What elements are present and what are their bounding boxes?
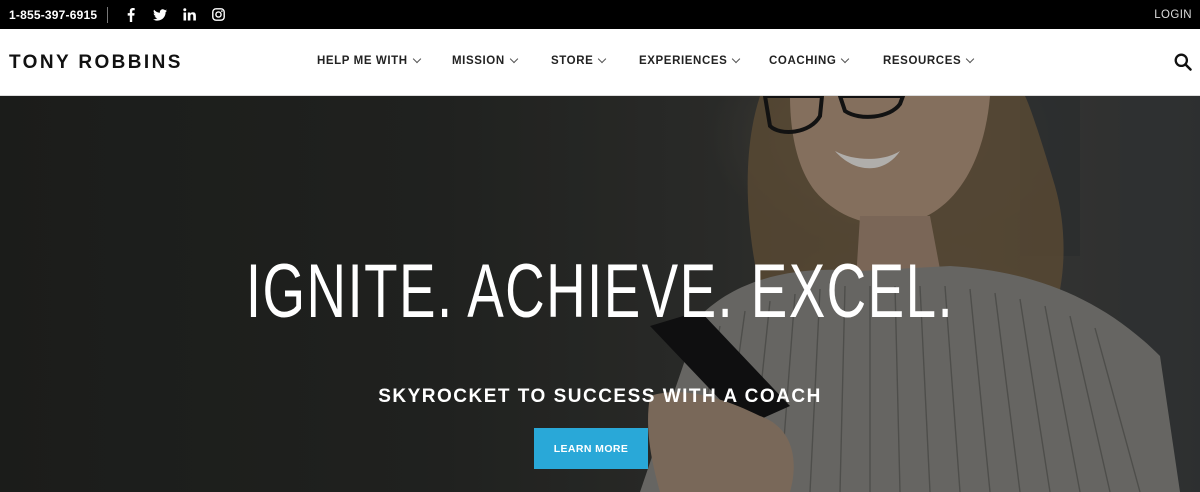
- hero-headline: IGNITE. ACHIEVE. EXCEL.: [245, 249, 955, 334]
- chevron-down-icon: [732, 54, 741, 64]
- nav-item-coaching[interactable]: COACHING: [769, 54, 850, 67]
- site-logo[interactable]: TONY ROBBINS: [9, 52, 183, 74]
- nav-item-experiences[interactable]: EXPERIENCES: [639, 54, 741, 67]
- main-header: TONY ROBBINS HELP ME WITH MISSION STORE …: [0, 29, 1200, 96]
- nav-item-help-me-with[interactable]: HELP ME WITH: [317, 54, 421, 67]
- nav-item-label: STORE: [551, 55, 594, 67]
- nav-item-label: HELP ME WITH: [317, 55, 408, 67]
- facebook-icon[interactable]: [124, 7, 138, 22]
- twitter-icon[interactable]: [153, 8, 168, 22]
- nav-item-store[interactable]: STORE: [551, 54, 607, 67]
- hero-banner: IGNITE. ACHIEVE. EXCEL. SKYROCKET TO SUC…: [0, 96, 1200, 492]
- search-icon[interactable]: [1174, 53, 1192, 71]
- topbar-divider: [107, 6, 109, 23]
- login-link[interactable]: LOGIN: [1154, 9, 1192, 21]
- nav-item-label: EXPERIENCES: [639, 55, 728, 67]
- linkedin-icon[interactable]: [182, 8, 196, 22]
- nav-item-mission[interactable]: MISSION: [452, 54, 519, 67]
- chevron-down-icon: [966, 54, 975, 64]
- learn-more-button[interactable]: LEARN MORE: [534, 428, 648, 469]
- top-bar: 1-855-397-6915 LOGIN: [0, 0, 1200, 29]
- phone-number[interactable]: 1-855-397-6915: [9, 8, 97, 22]
- social-links: [124, 7, 225, 22]
- instagram-icon[interactable]: [211, 8, 225, 22]
- nav-item-label: MISSION: [452, 55, 505, 67]
- chevron-down-icon: [841, 54, 850, 64]
- chevron-down-icon: [509, 54, 519, 64]
- hero-subheadline: SKYROCKET TO SUCCESS WITH A COACH: [378, 386, 822, 407]
- chevron-down-icon: [598, 54, 607, 64]
- nav-item-label: RESOURCES: [883, 55, 962, 67]
- chevron-down-icon: [412, 54, 421, 64]
- nav-item-resources[interactable]: RESOURCES: [883, 54, 975, 67]
- nav-item-label: COACHING: [769, 55, 837, 67]
